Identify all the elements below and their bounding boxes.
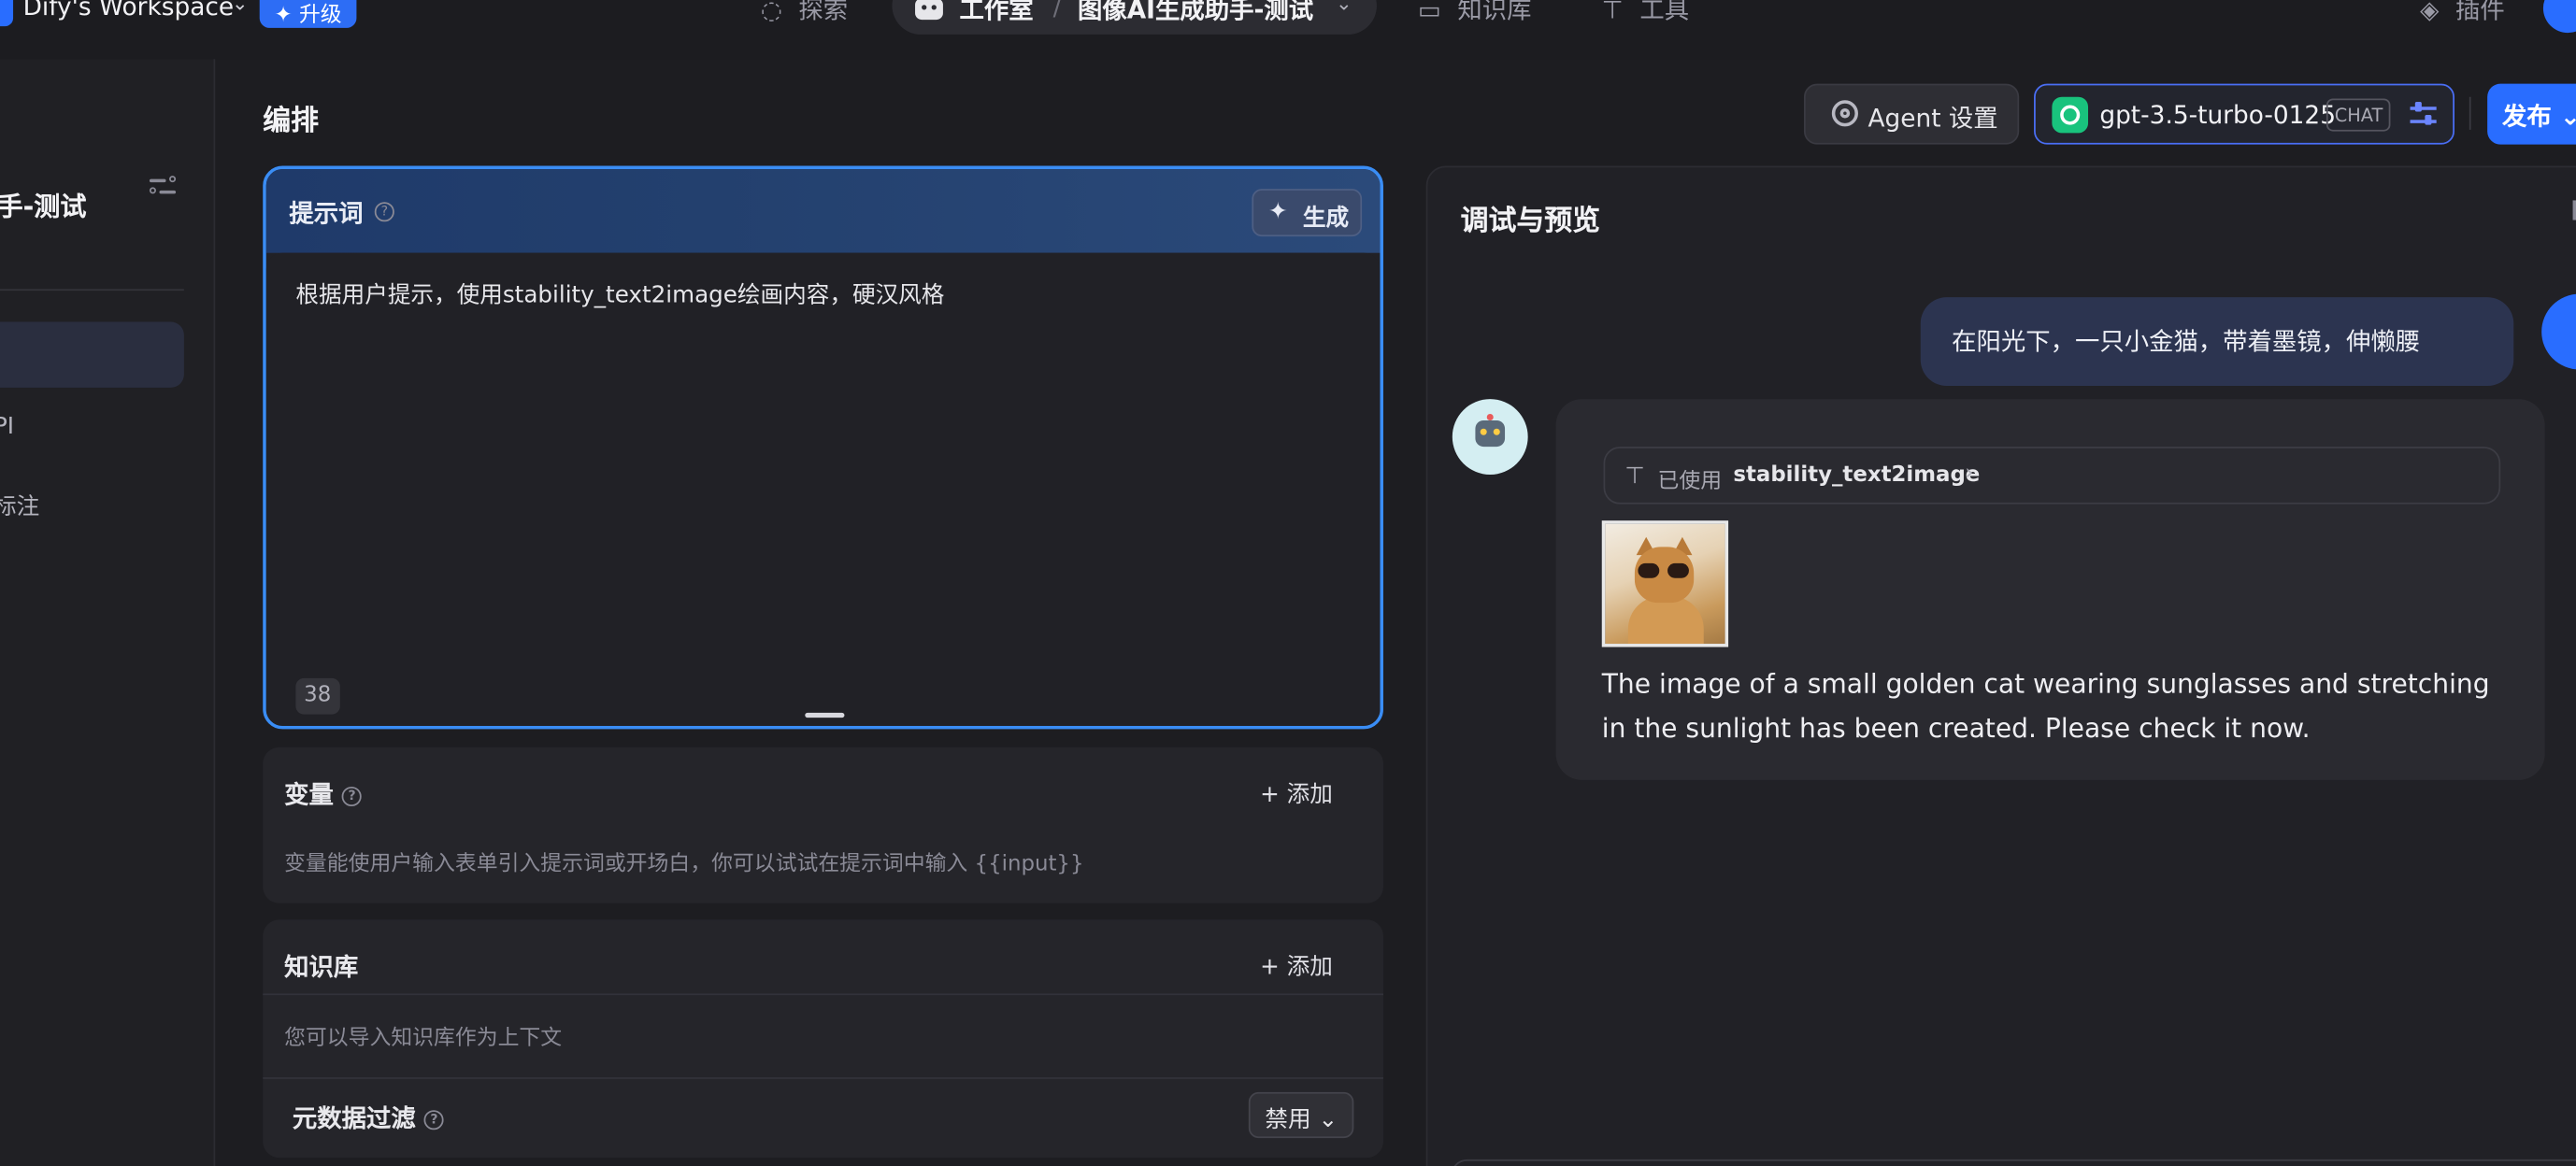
generate-label: 生成 xyxy=(1302,205,1350,232)
nav-app-name[interactable]: 图像AI生成助手-测试 xyxy=(1078,0,1313,26)
nav-plugins[interactable]: ◈ 插件 xyxy=(2420,0,2505,26)
knowledge-title: 知识库 xyxy=(284,952,359,983)
user-avatar xyxy=(2541,293,2576,370)
add-knowledge-label: 添加 xyxy=(1286,954,1333,981)
generated-image[interactable] xyxy=(1601,520,1729,647)
plus-icon: + xyxy=(1260,954,1287,981)
nav-studio-pill[interactable]: 工作室 / 图像AI生成助手-测试 ⌄ xyxy=(892,0,1377,35)
prompt-header: 提示词 ? ✦ 生成 xyxy=(265,169,1381,253)
sliders-icon[interactable] xyxy=(2410,101,2437,128)
debug-title: 调试与预览 xyxy=(1460,205,1600,238)
nav-knowledge-label: 知识库 xyxy=(1457,0,1532,25)
add-knowledge-button[interactable]: + 添加 xyxy=(1260,949,1333,982)
upgrade-label: 升级 xyxy=(298,3,342,28)
generate-button[interactable]: ✦ 生成 xyxy=(1252,189,1363,237)
openai-logo-icon xyxy=(2052,96,2089,134)
publish-button[interactable]: 发布 ⌄ xyxy=(2487,83,2576,145)
tool-name: stability_text2image xyxy=(1733,462,1981,489)
workspace-icon[interactable] xyxy=(0,0,14,27)
nav-knowledge[interactable]: ▭ 知识库 xyxy=(1418,0,1532,26)
variables-title: 变量 ? xyxy=(284,776,363,811)
upgrade-button[interactable]: ✦ 升级 xyxy=(259,0,357,28)
user-message: 在阳光下，一只小金猫，带着墨镜，伸懒腰 xyxy=(1920,297,2514,387)
agent-settings-button[interactable]: Agent 设置 xyxy=(1803,83,2020,145)
sunglasses xyxy=(1638,562,1692,578)
nav-explore-label: 探索 xyxy=(798,0,849,25)
user-message-text: 在阳光下，一只小金猫，带着墨镜，伸懒腰 xyxy=(1952,326,2421,357)
nav-tools[interactable]: ⊤ 工具 xyxy=(1602,0,1689,26)
book-icon: ▭ xyxy=(1417,0,1441,25)
prompt-card: 提示词 ? ✦ 生成 根据用户提示，使用stability_text2image… xyxy=(263,165,1383,730)
sidebar-item-orchestrate[interactable] xyxy=(0,321,184,388)
help-icon[interactable]: ? xyxy=(374,202,394,222)
top-nav: Dify's Workspace ⌄ ✦ 升级 ◌ 探索 工作室 / 图像AI生成… xyxy=(0,0,2576,60)
agent-settings-label: Agent 设置 xyxy=(1868,103,1998,134)
user-avatar[interactable] xyxy=(2542,0,2576,34)
nav-explore[interactable]: ◌ 探索 xyxy=(761,0,848,26)
robot-icon xyxy=(1475,413,1506,448)
help-icon[interactable]: ? xyxy=(423,1109,445,1130)
sidebar-item-api[interactable]: PI xyxy=(0,414,14,440)
page-title: 编排 xyxy=(263,105,319,138)
prompt-label: 提示词 xyxy=(289,198,364,229)
settings-icon[interactable] xyxy=(2572,200,2576,220)
model-selector[interactable]: gpt-3.5-turbo-0125 CHAT xyxy=(2034,83,2455,145)
breadcrumb-separator: / xyxy=(1052,0,1062,21)
cube-icon: ◈ xyxy=(2420,0,2440,25)
tool-used-prefix: 已使用 xyxy=(1657,469,1723,495)
model-mode-badge: CHAT xyxy=(2326,98,2392,132)
char-count-badge: 38 xyxy=(295,677,340,715)
sidebar-divider xyxy=(0,289,184,292)
model-name: gpt-3.5-turbo-0125 xyxy=(2099,100,2336,130)
chevron-down-icon[interactable]: ⌄ xyxy=(232,0,249,15)
header-divider xyxy=(2469,96,2471,130)
help-icon[interactable]: ? xyxy=(342,786,363,806)
tool-call-pill[interactable]: ⊤ 已使用 stability_text2image › xyxy=(1603,447,2501,505)
metadata-filter-title: 元数据过滤 ? xyxy=(292,1101,445,1135)
hammer-icon: ⊤ xyxy=(1601,0,1624,25)
nav-plugins-label: 插件 xyxy=(2454,0,2505,25)
sidebar-item-annotations[interactable]: 标注 xyxy=(0,490,39,522)
knowledge-description: 您可以导入知识库作为上下文 xyxy=(284,1026,563,1051)
plus-icon: + xyxy=(1260,781,1287,808)
gear-icon xyxy=(1831,100,1858,127)
chevron-down-icon: ⌄ xyxy=(1310,1106,1338,1133)
knowledge-card: 知识库 + 添加 您可以导入知识库作为上下文 元数据过滤 ? 禁用 ⌄ xyxy=(263,919,1383,1159)
left-sidebar: 手-测试 PI 标注 xyxy=(0,59,216,1166)
prompt-editor[interactable]: 根据用户提示，使用stability_text2image绘画内容，硬汉风格 3… xyxy=(265,252,1381,726)
add-variable-label: 添加 xyxy=(1286,781,1333,808)
bot-message: ⊤ 已使用 stability_text2image › The image o… xyxy=(1555,399,2545,780)
sidebar-toggle-icon[interactable] xyxy=(149,174,177,200)
bot-avatar xyxy=(1452,399,1528,475)
workspace-name[interactable]: Dify's Workspace xyxy=(23,0,235,21)
metadata-filter-label: 元数据过滤 xyxy=(292,1103,416,1133)
app-root: Dify's Workspace ⌄ ✦ 升级 ◌ 探索 工作室 / 图像AI生成… xyxy=(0,0,2576,1166)
debug-preview-panel: 调试与预览 在阳光下，一只小金猫，带着墨镜，伸懒腰 ⊤ 已使用 stabilit… xyxy=(1425,165,2576,1166)
bot-reply-text: The image of a small golden cat wearing … xyxy=(1601,668,2490,745)
add-variable-button[interactable]: + 添加 xyxy=(1260,776,1333,809)
chevron-right-icon: › xyxy=(1965,461,1974,487)
nav-studio-label[interactable]: 工作室 xyxy=(959,0,1033,26)
publish-label: 发布 xyxy=(2501,101,2552,132)
nav-tools-label: 工具 xyxy=(1639,0,1690,25)
metadata-filter-select[interactable]: 禁用 ⌄ xyxy=(1248,1091,1354,1139)
chevron-down-icon: ⌄ xyxy=(2552,102,2576,132)
sparkle-icon: ✦ xyxy=(274,3,299,28)
chevron-down-icon[interactable]: ⌄ xyxy=(1336,0,1352,15)
variables-card: 变量 ? + 添加 变量能使用户输入表单引入提示词或开场白，你可以试试在提示词中… xyxy=(263,747,1383,903)
chat-input[interactable] xyxy=(1451,1159,2576,1166)
sidebar-app-title: 手-测试 xyxy=(0,190,87,222)
metadata-filter-value: 禁用 xyxy=(1265,1106,1311,1133)
resize-handle[interactable] xyxy=(805,712,845,718)
compass-icon: ◌ xyxy=(760,0,782,25)
sparkle-icon: ✦ xyxy=(1267,198,1288,225)
variables-label: 变量 xyxy=(284,779,334,810)
variables-description: 变量能使用户输入表单引入提示词或开场白，你可以试试在提示词中输入 {{input… xyxy=(284,852,1084,877)
divider xyxy=(263,993,1383,996)
robot-icon xyxy=(915,0,943,21)
prompt-text[interactable]: 根据用户提示，使用stability_text2image绘画内容，硬汉风格 xyxy=(295,277,944,310)
hammer-icon: ⊤ xyxy=(1624,462,1645,490)
metadata-filter-row: 元数据过滤 ? 禁用 ⌄ xyxy=(263,1079,1383,1158)
